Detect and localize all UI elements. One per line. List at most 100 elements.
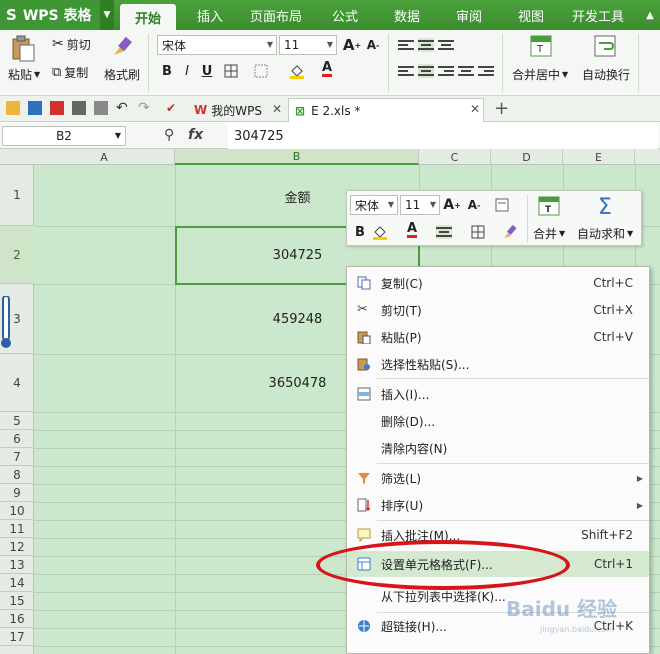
row-header[interactable]: 8 — [0, 466, 34, 484]
tab-formula[interactable]: 公式 — [320, 0, 370, 30]
font-size-select[interactable]: 11 ▼ — [279, 35, 337, 55]
align-center-icon[interactable] — [418, 64, 434, 78]
row-header[interactable]: 7 — [0, 448, 34, 466]
print-icon[interactable] — [72, 101, 86, 115]
merge-center-icon[interactable]: T — [530, 34, 554, 58]
print-preview-icon[interactable] — [94, 101, 108, 115]
font-color-icon[interactable]: A — [403, 221, 421, 239]
menu-item-paste-special[interactable]: 选择性粘贴(S)... — [347, 351, 649, 377]
row-header[interactable]: 11 — [0, 520, 34, 538]
menu-item-clear-contents[interactable]: 清除内容(N) — [347, 435, 649, 461]
chevron-down-icon[interactable]: ▼ — [100, 0, 114, 30]
borders-icon[interactable] — [222, 62, 240, 80]
align-right-icon[interactable] — [438, 64, 454, 78]
row-header[interactable]: 12 — [0, 538, 34, 556]
tab-page-layout[interactable]: 页面布局 — [244, 0, 308, 30]
menu-item-copy[interactable]: 复制(C) Ctrl+C — [347, 270, 649, 296]
row-header[interactable]: 10 — [0, 502, 34, 520]
merge-button[interactable]: 合并 ▼ — [533, 225, 565, 241]
bold-icon[interactable]: B — [351, 223, 369, 241]
fill-color-icon[interactable] — [371, 223, 389, 241]
align-center-icon[interactable] — [436, 225, 452, 239]
tab-data[interactable]: 数据 — [382, 0, 432, 30]
italic-icon[interactable]: I — [178, 62, 196, 80]
row-header[interactable]: 6 — [0, 430, 34, 448]
copy-button[interactable]: ⧉ 复制 — [52, 63, 88, 81]
row-header[interactable]: 4 — [0, 354, 34, 412]
tab-insert[interactable]: 插入 — [184, 0, 236, 30]
align-top-icon[interactable] — [398, 38, 414, 52]
align-bottom-icon[interactable] — [438, 38, 454, 52]
align-middle-icon[interactable] — [418, 38, 434, 52]
save-icon[interactable] — [28, 101, 42, 115]
column-header-d[interactable]: D — [491, 149, 563, 165]
paste-icon[interactable] — [10, 34, 38, 64]
column-header-e[interactable]: E — [563, 149, 635, 165]
cut-button[interactable]: ✂ 剪切 — [52, 35, 91, 53]
customize-icon[interactable]: ✔ — [166, 101, 180, 115]
folder-icon[interactable] — [6, 101, 20, 115]
brush-icon[interactable] — [110, 34, 136, 60]
mini-font-name-select[interactable]: 宋体 ▼ — [350, 195, 398, 215]
menu-item-filter[interactable]: 筛选(L) ▶ — [347, 465, 649, 491]
ribbon-collapse-icon[interactable]: ▲ — [640, 0, 660, 30]
new-tab-icon[interactable]: + — [494, 98, 509, 119]
fill-color-icon[interactable] — [288, 62, 306, 80]
pdf-icon[interactable] — [50, 101, 64, 115]
autosum-button[interactable]: 自动求和 ▼ — [577, 225, 633, 241]
menu-item-cut[interactable]: ✂ 剪切(T) Ctrl+X — [347, 297, 649, 323]
app-menu-button[interactable]: S WPS 表格 ▼ — [0, 0, 114, 30]
increase-font-icon[interactable]: A + — [343, 36, 361, 54]
distributed-icon[interactable] — [478, 64, 494, 78]
tab-home[interactable]: 开始 — [120, 4, 176, 30]
decrease-font-icon[interactable]: A- — [465, 196, 483, 214]
undo-icon[interactable]: ↶ — [116, 101, 130, 115]
underline-icon[interactable]: U — [198, 62, 216, 80]
bold-icon[interactable]: B — [158, 62, 176, 80]
mini-font-size-select[interactable]: 11 ▼ — [400, 195, 440, 215]
row-header[interactable]: 1 — [0, 165, 34, 226]
row-header[interactable]: 16 — [0, 610, 34, 628]
merge-center-button[interactable]: 合并居中 ▼ — [512, 66, 568, 82]
tab-review[interactable]: 审阅 — [444, 0, 494, 30]
decrease-font-icon[interactable]: A- — [364, 36, 382, 54]
row-header[interactable]: 17 — [0, 628, 34, 646]
menu-item-insert[interactable]: 插入(I)... — [347, 381, 649, 407]
column-header-c[interactable]: C — [419, 149, 491, 165]
close-icon[interactable]: ✕ — [272, 102, 282, 116]
brush-icon[interactable] — [501, 223, 519, 241]
row-header[interactable]: 5 — [0, 412, 34, 430]
font-color-icon[interactable]: A — [318, 60, 336, 78]
column-header-a[interactable]: A — [34, 149, 175, 165]
redo-icon[interactable]: ↷ — [138, 101, 152, 115]
borders-icon[interactable] — [469, 223, 487, 241]
column-header-b[interactable]: B — [175, 149, 419, 165]
format-painter-button[interactable]: 格式刷 — [104, 66, 140, 82]
wrap-text-icon[interactable] — [594, 34, 618, 58]
row-header[interactable]: 13 — [0, 556, 34, 574]
sum-icon[interactable]: Σ — [593, 195, 617, 220]
align-left-icon[interactable] — [398, 64, 414, 78]
tab-view[interactable]: 视图 — [506, 0, 556, 30]
tab-developer[interactable]: 开发工具 — [566, 0, 630, 30]
zoom-icon[interactable]: ⚲ — [164, 127, 174, 143]
row-header[interactable]: 2 — [0, 226, 34, 284]
row-header[interactable]: 14 — [0, 574, 34, 592]
font-name-select[interactable]: 宋体 ▼ — [157, 35, 277, 55]
paste-button[interactable]: 粘贴 ▼ — [8, 66, 40, 82]
format-cells-small-icon[interactable] — [493, 196, 511, 214]
merge-icon[interactable]: T — [537, 195, 561, 217]
formula-input[interactable]: 304725 — [228, 123, 658, 149]
justify-icon[interactable] — [458, 64, 474, 78]
row-header[interactable]: 9 — [0, 484, 34, 502]
close-icon[interactable]: ✕ — [470, 102, 480, 116]
row-header[interactable]: 15 — [0, 592, 34, 610]
fill-pattern-icon[interactable] — [252, 62, 270, 80]
menu-item-delete[interactable]: 删除(D)... — [347, 408, 649, 434]
menu-item-paste[interactable]: 粘贴(P) Ctrl+V — [347, 324, 649, 350]
doc-tab-e2[interactable]: ⊠ E 2.xls * — [288, 98, 484, 122]
menu-item-sort[interactable]: 排序(U) ▶ — [347, 492, 649, 518]
increase-font-icon[interactable]: A + — [443, 196, 461, 214]
name-box[interactable]: B2 ▼ — [2, 126, 126, 146]
function-icon[interactable]: fx — [188, 127, 203, 143]
